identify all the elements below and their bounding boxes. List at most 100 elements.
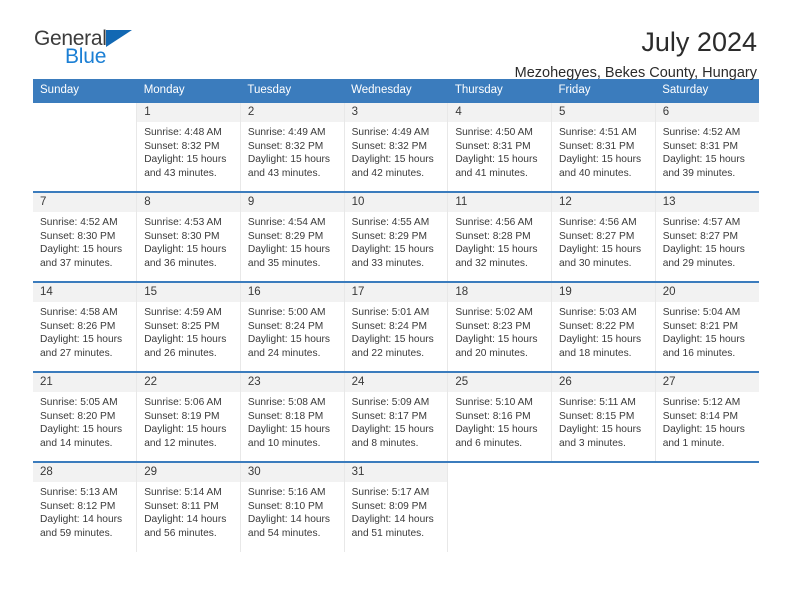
day-cell[interactable]: 7 Sunrise: 4:52 AM Sunset: 8:30 PM Dayli… [33,191,138,282]
daylight-text-line2: and 42 minutes. [351,167,425,179]
daylight-text-line1: Daylight: 14 hours [351,514,434,526]
sunrise-text: Sunrise: 4:49 AM [351,127,430,138]
sunset-text: Sunset: 8:27 PM [559,230,635,242]
sunrise-text: Sunrise: 4:49 AM [247,127,326,138]
day-number: 31 [344,463,448,482]
daylight-text-line1: Daylight: 15 hours [351,244,434,256]
day-cell[interactable]: 26 Sunrise: 5:11 AM Sunset: 8:15 PM Dayl… [551,371,656,462]
daylight-text-line2: and 54 minutes. [247,527,321,539]
day-info: Sunrise: 5:06 AM Sunset: 8:19 PM Dayligh… [137,392,240,450]
sunset-text: Sunset: 8:32 PM [351,140,427,152]
day-cell[interactable]: 8 Sunrise: 4:53 AM Sunset: 8:30 PM Dayli… [136,191,241,282]
day-cell[interactable]: 16 Sunrise: 5:00 AM Sunset: 8:24 PM Dayl… [239,281,345,372]
daylight-text-line2: and 29 minutes. [662,257,736,269]
day-info: Sunrise: 4:55 AM Sunset: 8:29 PM Dayligh… [345,212,448,270]
sunset-text: Sunset: 8:26 PM [40,320,116,332]
day-number: 11 [448,193,552,212]
day-cell[interactable]: 4 Sunrise: 4:50 AM Sunset: 8:31 PM Dayli… [447,101,553,192]
sunset-text: Sunset: 8:21 PM [662,320,739,332]
day-cell[interactable]: 24 Sunrise: 5:09 AM Sunset: 8:17 PM Dayl… [343,371,449,462]
daylight-text-line1: Daylight: 15 hours [662,154,745,166]
day-info: Sunrise: 5:11 AM Sunset: 8:15 PM Dayligh… [552,392,655,450]
day-cell[interactable]: 15 Sunrise: 4:59 AM Sunset: 8:25 PM Dayl… [136,281,241,372]
daylight-text-line2: and 43 minutes. [144,167,217,179]
day-cell[interactable]: 19 Sunrise: 5:03 AM Sunset: 8:22 PM Dayl… [551,281,656,372]
daylight-text-line2: and 27 minutes. [40,347,113,359]
day-info: Sunrise: 4:53 AM Sunset: 8:30 PM Dayligh… [137,212,240,270]
day-info: Sunrise: 5:08 AM Sunset: 8:18 PM Dayligh… [241,392,344,450]
daylight-text-line1: Daylight: 15 hours [662,334,745,346]
day-cell[interactable]: 14 Sunrise: 4:58 AM Sunset: 8:26 PM Dayl… [33,281,138,372]
daylight-text-line1: Daylight: 15 hours [455,424,538,436]
day-cell[interactable]: 27 Sunrise: 5:12 AM Sunset: 8:14 PM Dayl… [654,371,759,462]
sunrise-text: Sunrise: 5:14 AM [144,487,222,498]
sunset-text: Sunset: 8:32 PM [247,140,324,152]
daylight-text-line1: Daylight: 14 hours [247,514,331,526]
day-info: Sunrise: 4:56 AM Sunset: 8:28 PM Dayligh… [448,212,551,270]
daylight-text-line2: and 39 minutes. [662,167,736,179]
day-cell[interactable]: 2 Sunrise: 4:49 AM Sunset: 8:32 PM Dayli… [239,101,345,192]
day-cell[interactable]: 3 Sunrise: 4:49 AM Sunset: 8:32 PM Dayli… [343,101,449,192]
day-cell[interactable]: 1 Sunrise: 4:48 AM Sunset: 8:32 PM Dayli… [136,101,241,192]
day-cell[interactable]: 6 Sunrise: 4:52 AM Sunset: 8:31 PM Dayli… [654,101,759,192]
sunset-text: Sunset: 8:09 PM [351,500,427,512]
day-number: 28 [33,463,137,482]
day-cell[interactable]: 31 Sunrise: 5:17 AM Sunset: 8:09 PM Dayl… [343,461,449,552]
day-cell[interactable]: 20 Sunrise: 5:04 AM Sunset: 8:21 PM Dayl… [654,281,759,372]
daylight-text-line1: Daylight: 14 hours [40,514,123,526]
day-cell[interactable]: 13 Sunrise: 4:57 AM Sunset: 8:27 PM Dayl… [654,191,759,282]
day-cell[interactable]: 29 Sunrise: 5:14 AM Sunset: 8:11 PM Dayl… [136,461,241,552]
daylight-text-line1: Daylight: 15 hours [455,334,538,346]
day-cell[interactable]: 30 Sunrise: 5:16 AM Sunset: 8:10 PM Dayl… [239,461,345,552]
daylight-text-line2: and 26 minutes. [144,347,217,359]
day-number: 6 [655,103,759,122]
sunrise-text: Sunrise: 5:01 AM [351,307,430,318]
day-info: Sunrise: 4:51 AM Sunset: 8:31 PM Dayligh… [552,122,655,180]
day-info: Sunrise: 5:10 AM Sunset: 8:16 PM Dayligh… [448,392,551,450]
sunrise-text: Sunrise: 5:08 AM [247,397,326,408]
daylight-text-line2: and 10 minutes. [247,437,321,449]
sunset-text: Sunset: 8:28 PM [455,230,531,242]
day-info: Sunrise: 5:14 AM Sunset: 8:11 PM Dayligh… [137,482,240,540]
day-cell[interactable]: 9 Sunrise: 4:54 AM Sunset: 8:29 PM Dayli… [239,191,345,282]
daylight-text-line2: and 14 minutes. [40,437,113,449]
sunset-text: Sunset: 8:25 PM [144,320,220,332]
day-cell[interactable]: 10 Sunrise: 4:55 AM Sunset: 8:29 PM Dayl… [343,191,449,282]
sunset-text: Sunset: 8:11 PM [144,500,219,512]
sunrise-text: Sunrise: 4:50 AM [455,127,533,138]
sunrise-text: Sunrise: 5:00 AM [247,307,326,318]
sunrise-text: Sunrise: 4:53 AM [144,217,222,228]
day-cell[interactable]: 23 Sunrise: 5:08 AM Sunset: 8:18 PM Dayl… [239,371,345,462]
day-cell[interactable]: 18 Sunrise: 5:02 AM Sunset: 8:23 PM Dayl… [447,281,553,372]
day-cell[interactable]: 5 Sunrise: 4:51 AM Sunset: 8:31 PM Dayli… [551,101,656,192]
day-info: Sunrise: 4:50 AM Sunset: 8:31 PM Dayligh… [448,122,551,180]
daylight-text-line2: and 43 minutes. [247,167,321,179]
day-cell[interactable]: 21 Sunrise: 5:05 AM Sunset: 8:20 PM Dayl… [33,371,138,462]
daylight-text-line2: and 30 minutes. [559,257,632,269]
daylight-text-line2: and 18 minutes. [559,347,632,359]
sunrise-text: Sunrise: 4:57 AM [662,217,741,228]
day-info: Sunrise: 5:17 AM Sunset: 8:09 PM Dayligh… [345,482,448,540]
day-info: Sunrise: 5:12 AM Sunset: 8:14 PM Dayligh… [656,392,759,450]
daylight-text-line2: and 59 minutes. [40,527,113,539]
daylight-text-line1: Daylight: 15 hours [247,244,331,256]
day-cell[interactable]: 11 Sunrise: 4:56 AM Sunset: 8:28 PM Dayl… [447,191,553,282]
daylight-text-line2: and 33 minutes. [351,257,425,269]
day-cell[interactable]: 25 Sunrise: 5:10 AM Sunset: 8:16 PM Dayl… [447,371,553,462]
day-number: 14 [33,283,137,302]
sunset-text: Sunset: 8:12 PM [40,500,116,512]
sunrise-text: Sunrise: 5:12 AM [662,397,741,408]
calendar-week-row: 7 Sunrise: 4:52 AM Sunset: 8:30 PM Dayli… [33,191,759,282]
day-info: Sunrise: 4:54 AM Sunset: 8:29 PM Dayligh… [241,212,344,270]
sunrise-text: Sunrise: 4:56 AM [455,217,533,228]
day-cell[interactable]: 12 Sunrise: 4:56 AM Sunset: 8:27 PM Dayl… [551,191,656,282]
daylight-text-line2: and 22 minutes. [351,347,425,359]
daylight-text-line2: and 56 minutes. [144,527,217,539]
day-cell[interactable]: 22 Sunrise: 5:06 AM Sunset: 8:19 PM Dayl… [136,371,241,462]
brand-logo[interactable]: General Blue [33,27,213,69]
day-cell[interactable]: 17 Sunrise: 5:01 AM Sunset: 8:24 PM Dayl… [343,281,449,372]
sunrise-text: Sunrise: 5:11 AM [559,397,636,408]
sunset-text: Sunset: 8:31 PM [662,140,739,152]
day-cell[interactable]: 28 Sunrise: 5:13 AM Sunset: 8:12 PM Dayl… [33,461,138,552]
sunset-text: Sunset: 8:16 PM [455,410,531,422]
